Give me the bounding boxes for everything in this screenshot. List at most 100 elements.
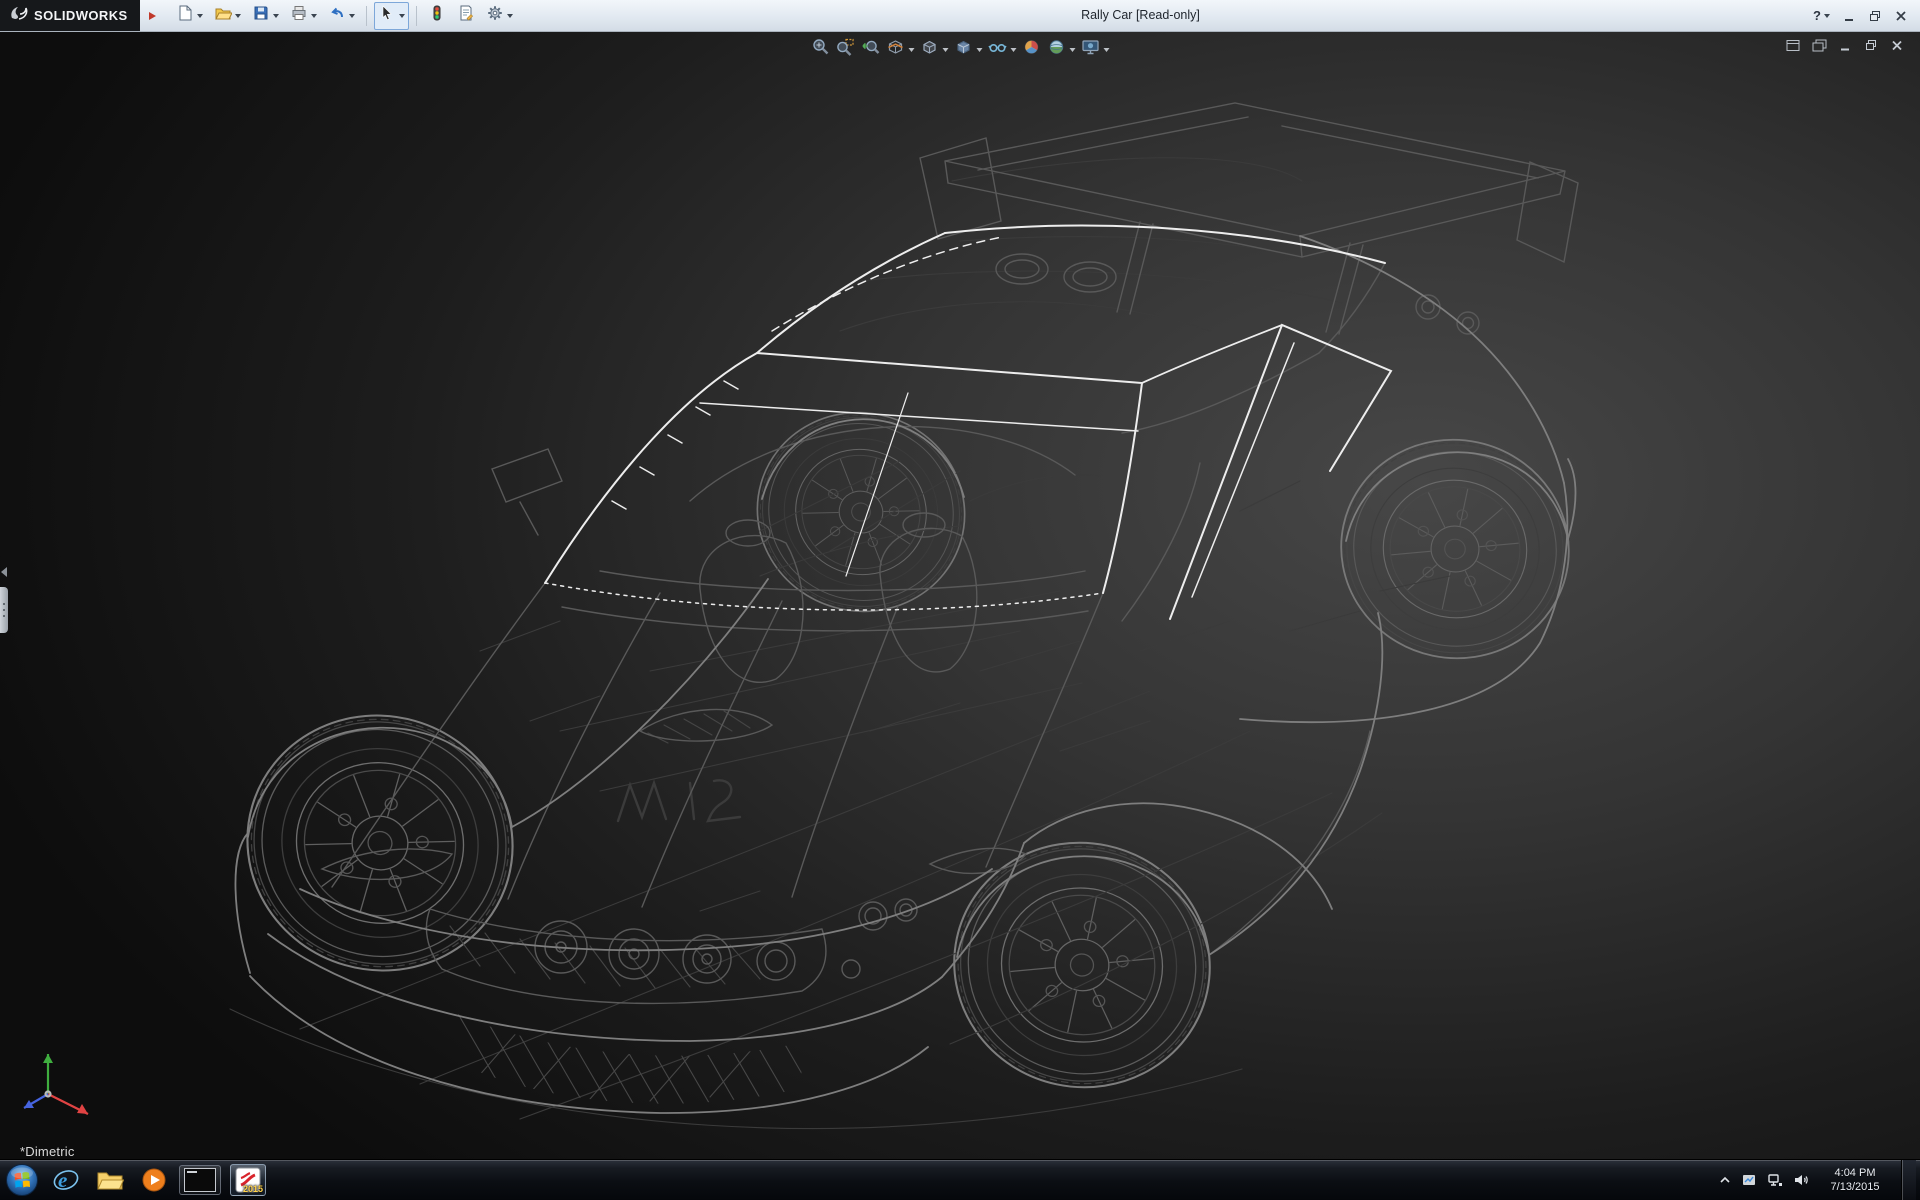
toolbar-separator xyxy=(366,6,367,26)
document-title: Rally Car [Read-only] xyxy=(1081,0,1200,31)
options-gear-icon xyxy=(486,4,504,27)
featuremanager-collapse-arrow-icon xyxy=(1,567,7,577)
display-style-button[interactable] xyxy=(952,36,985,63)
clock-time: 4:04 PM xyxy=(1819,1166,1891,1180)
hide-show-items-button[interactable] xyxy=(986,36,1019,63)
resource-monitor-icon xyxy=(1741,1172,1757,1188)
taskbar-solidworks-button[interactable]: 2015 xyxy=(224,1160,272,1200)
view-orientation-label: *Dimetric xyxy=(20,1144,75,1159)
hide-show-glasses-icon xyxy=(988,37,1008,62)
options-button[interactable] xyxy=(482,2,517,30)
chevron-up-icon xyxy=(1719,1175,1731,1185)
zoom-to-fit-button[interactable] xyxy=(809,36,833,63)
document-window-controls xyxy=(1784,37,1906,53)
solidworks-menu-logo[interactable]: SOLIDWORKS xyxy=(0,0,140,31)
doc-close-button[interactable] xyxy=(1888,37,1906,53)
minimize-icon xyxy=(1842,9,1856,23)
options-caret-icon xyxy=(507,14,513,18)
select-cursor-icon xyxy=(378,4,396,27)
taskbar: e 2015 xyxy=(0,1159,1920,1200)
zoom-to-fit-icon xyxy=(811,37,831,62)
command-prompt-icon xyxy=(184,1168,216,1192)
edit-appearance-button[interactable] xyxy=(1020,36,1044,63)
open-button[interactable] xyxy=(210,2,245,30)
doc-close-icon xyxy=(1890,39,1904,52)
folder-icon xyxy=(96,1167,124,1193)
orientation-triad[interactable] xyxy=(14,1042,110,1126)
display-style-caret-icon xyxy=(977,48,983,52)
taskbar-internet-explorer-button[interactable]: e xyxy=(44,1160,88,1200)
section-view-icon xyxy=(886,37,906,62)
new-document-button[interactable] xyxy=(172,2,207,30)
select-tool-button[interactable] xyxy=(374,2,409,30)
taskbar-media-player-button[interactable] xyxy=(132,1160,176,1200)
help-question-icon: ? xyxy=(1813,8,1821,23)
previous-view-button[interactable] xyxy=(859,36,883,63)
doc-restore-icon xyxy=(1864,39,1878,52)
rebuild-stoplight-icon xyxy=(428,4,446,27)
undo-arrow-icon xyxy=(328,4,346,27)
show-desktop-button[interactable] xyxy=(1901,1160,1916,1200)
tray-volume-button[interactable] xyxy=(1793,1172,1809,1188)
view-orientation-cube-icon xyxy=(920,37,940,62)
clock-date: 7/13/2015 xyxy=(1819,1180,1891,1194)
apply-scene-globe-icon xyxy=(1047,37,1067,62)
tile-window-icon xyxy=(1786,39,1801,52)
view-settings-button[interactable] xyxy=(1079,36,1112,63)
doc-restore-button[interactable] xyxy=(1862,37,1880,53)
tray-network-button[interactable] xyxy=(1767,1172,1783,1188)
print-button[interactable] xyxy=(286,2,321,30)
print-caret-icon xyxy=(311,14,317,18)
taskbar-clock[interactable]: 4:04 PM 7/13/2015 xyxy=(1819,1166,1891,1194)
taskbar-command-prompt-button[interactable] xyxy=(176,1160,224,1200)
taskbar-file-explorer-button[interactable] xyxy=(88,1160,132,1200)
app-minimize-button[interactable] xyxy=(1838,6,1860,26)
section-view-caret-icon xyxy=(909,48,915,52)
view-settings-caret-icon xyxy=(1104,48,1110,52)
hide-show-caret-icon xyxy=(1011,48,1017,52)
undo-button[interactable] xyxy=(324,2,359,30)
section-view-button[interactable] xyxy=(884,36,917,63)
doc-minimize-button[interactable] xyxy=(1836,37,1854,53)
system-tray: 4:04 PM 7/13/2015 xyxy=(1719,1160,1920,1200)
display-style-icon xyxy=(954,37,974,62)
windows-start-orb-icon xyxy=(4,1162,40,1198)
tray-resource-monitor-button[interactable] xyxy=(1741,1172,1757,1188)
app-close-button[interactable] xyxy=(1890,6,1912,26)
file-properties-button[interactable] xyxy=(453,2,479,30)
undo-caret-icon xyxy=(349,14,355,18)
solidworks-brand-label: SOLIDWORKS xyxy=(34,8,128,23)
doc-cascade-window-button[interactable] xyxy=(1810,37,1828,53)
svg-text:e: e xyxy=(58,1168,67,1192)
view-orientation-button[interactable] xyxy=(918,36,951,63)
doc-minimize-icon xyxy=(1838,39,1852,52)
apply-scene-button[interactable] xyxy=(1045,36,1078,63)
rebuild-button[interactable] xyxy=(424,2,450,30)
app-restore-button[interactable] xyxy=(1864,6,1886,26)
hidden-icons-button[interactable] xyxy=(1719,1175,1731,1185)
doc-tile-window-button[interactable] xyxy=(1784,37,1802,53)
print-icon xyxy=(290,4,308,27)
apply-scene-caret-icon xyxy=(1070,48,1076,52)
new-document-icon xyxy=(176,4,194,27)
save-floppy-icon xyxy=(252,4,270,27)
titlebar-controls: ? xyxy=(1809,0,1912,31)
save-button[interactable] xyxy=(248,2,283,30)
solidworks-logo-icon xyxy=(8,4,28,27)
help-button[interactable]: ? xyxy=(1809,8,1834,23)
cascade-window-icon xyxy=(1812,39,1827,52)
zoom-to-area-icon xyxy=(836,37,856,62)
featuremanager-splitter-handle[interactable] xyxy=(0,587,8,633)
edit-appearance-ball-icon xyxy=(1022,37,1042,62)
main-toolbar xyxy=(172,2,517,30)
volume-icon xyxy=(1793,1172,1809,1188)
graphics-viewport[interactable]: *Dimetric xyxy=(0,31,1920,1160)
wireframe-car-model[interactable] xyxy=(0,31,1920,1160)
open-caret-icon xyxy=(235,14,241,18)
zoom-to-area-button[interactable] xyxy=(834,36,858,63)
menu-flyout-icon[interactable] xyxy=(146,10,158,22)
view-settings-icon xyxy=(1081,37,1101,62)
view-orientation-caret-icon xyxy=(943,48,949,52)
start-button[interactable] xyxy=(0,1160,44,1200)
select-caret-icon xyxy=(399,14,405,18)
